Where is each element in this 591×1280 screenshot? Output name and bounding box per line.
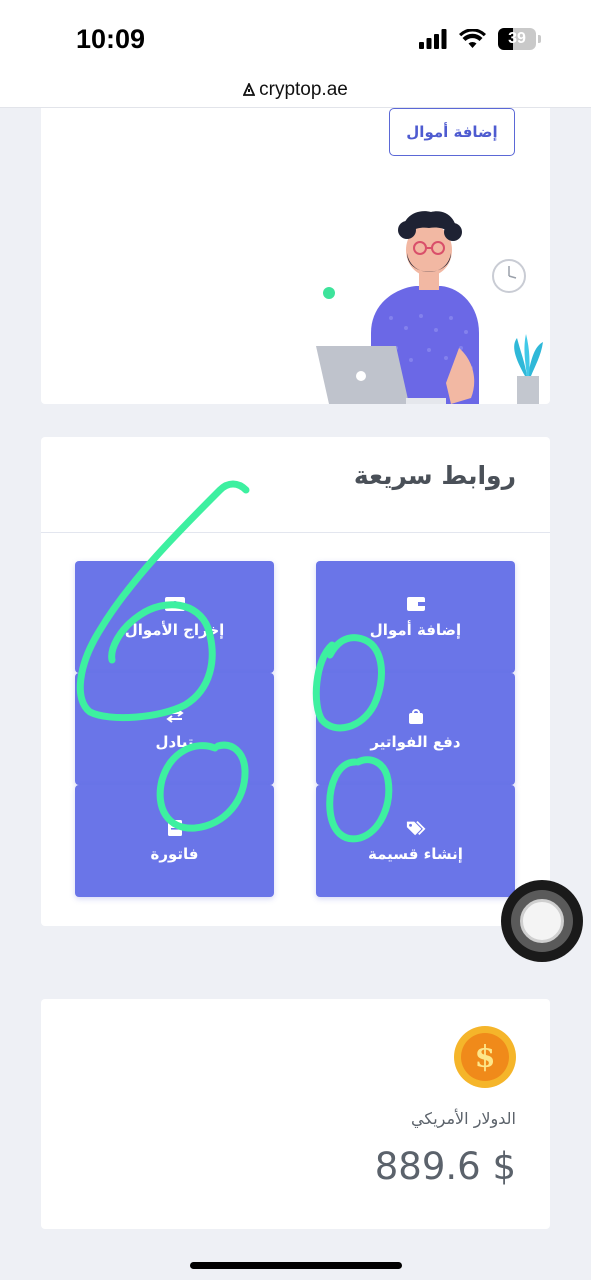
tags-icon	[406, 819, 426, 837]
url-text[interactable]: cryptop.ae	[259, 79, 348, 101]
coin-symbol: $	[461, 1033, 509, 1081]
lock-icon	[243, 83, 256, 96]
wifi-icon	[459, 29, 486, 48]
exchange-icon	[165, 707, 185, 725]
quick-link-label: إنشاء قسيمة	[368, 845, 463, 863]
status-bar: 10:09 39	[0, 0, 591, 72]
quick-link-label: تبادل	[155, 733, 194, 751]
quick-link-label: فاتورة	[150, 845, 199, 863]
quick-links-card: روابط سريعة إضافة أموال إخراج الأموال دف…	[41, 437, 550, 926]
status-time: 10:09	[76, 24, 146, 54]
invoice-icon	[165, 819, 185, 837]
quick-link-invoice[interactable]: فاتورة	[75, 785, 274, 897]
wallet-out-icon	[164, 595, 185, 613]
assistive-touch-core	[520, 899, 564, 943]
status-icons: 39	[419, 28, 541, 50]
quick-links-header: روابط سريعة	[41, 437, 550, 533]
quick-link-pay-bills[interactable]: دفع الفواتير	[316, 673, 515, 785]
shopping-bag-icon	[406, 707, 426, 725]
currency-name: الدولار الأمريكي	[411, 1109, 516, 1128]
dollar-coin-icon: $	[454, 1026, 516, 1088]
quick-links-title: روابط سريعة	[353, 461, 516, 490]
assistive-touch-button[interactable]	[501, 880, 583, 962]
quick-link-withdraw[interactable]: إخراج الأموال	[75, 561, 274, 673]
battery-cap	[538, 35, 541, 43]
signal-icon	[419, 29, 447, 49]
home-indicator[interactable]	[190, 1262, 402, 1269]
quick-link-label: إخراج الأموال	[124, 621, 225, 639]
balance-amount: 889.6 $	[374, 1145, 516, 1188]
quick-link-label: دفع الفواتير	[370, 733, 461, 751]
quick-link-exchange[interactable]: تبادل	[75, 673, 274, 785]
top-card: إضافة أموال	[41, 108, 550, 404]
add-funds-button[interactable]: إضافة أموال	[389, 108, 515, 156]
url-bar[interactable]: cryptop.ae	[0, 72, 591, 108]
quick-link-create-voucher[interactable]: إنشاء قسيمة	[316, 785, 515, 897]
man-with-laptop-illustration	[316, 211, 543, 404]
quick-link-add-funds[interactable]: إضافة أموال	[316, 561, 515, 673]
battery-level: 39	[508, 30, 526, 47]
quick-link-label: إضافة أموال	[369, 621, 462, 639]
balance-card[interactable]: $ الدولار الأمريكي 889.6 $	[41, 999, 550, 1229]
wallet-icon	[406, 595, 426, 613]
assistive-touch-ring	[511, 890, 573, 952]
battery-icon: 39	[498, 28, 536, 50]
